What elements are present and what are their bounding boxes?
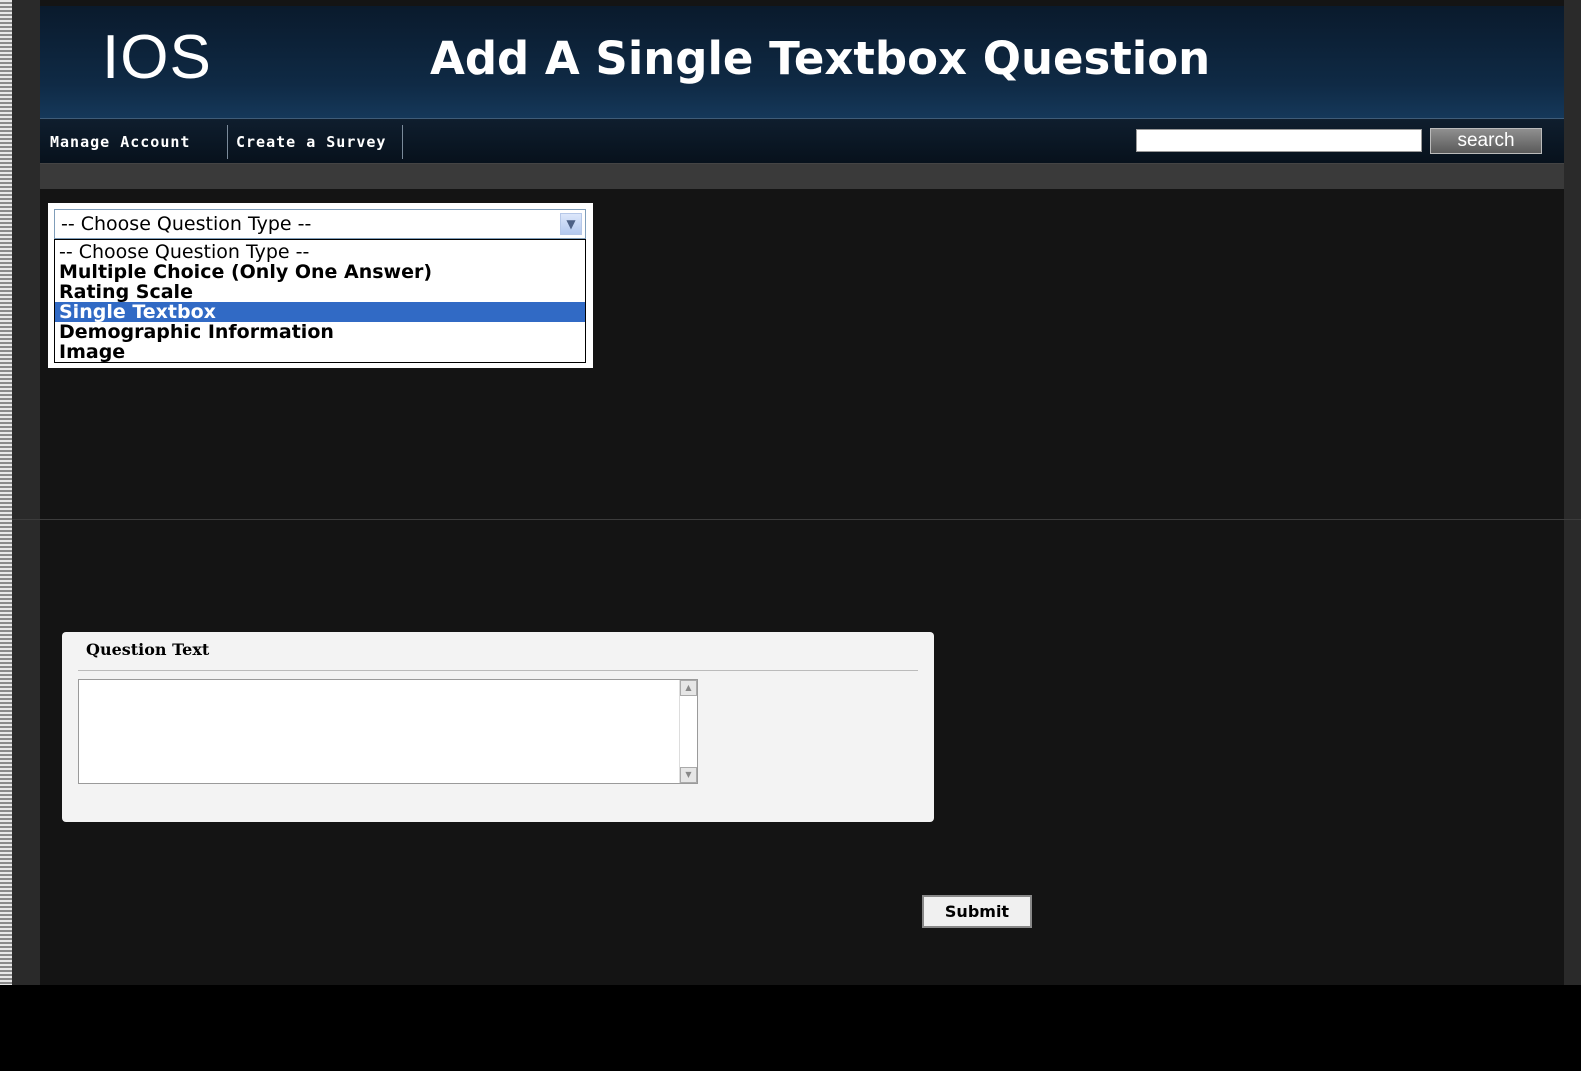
- site-logo[interactable]: IOS: [102, 22, 212, 93]
- scroll-up-icon[interactable]: ▲: [680, 680, 697, 696]
- option-rating-scale[interactable]: Rating Scale: [55, 282, 585, 302]
- textarea-scrollbar[interactable]: ▲ ▼: [679, 680, 697, 783]
- sub-navigation-bar: [40, 164, 1564, 189]
- question-text-label: Question Text: [86, 640, 210, 659]
- frame-left-border: [12, 0, 40, 985]
- question-text-panel: Question Text ▲ ▼: [62, 632, 934, 822]
- nav-manage-account[interactable]: Manage Account: [50, 127, 190, 157]
- site-header: IOS Add A Single Textbox Question: [40, 6, 1564, 119]
- nav-create-survey[interactable]: Create a Survey: [236, 127, 386, 157]
- nav-separator: [227, 125, 228, 159]
- content-divider: [12, 519, 1581, 520]
- option-multiple-choice[interactable]: Multiple Choice (Only One Answer): [55, 262, 585, 282]
- panel-divider: [78, 670, 918, 671]
- nav-bar: Manage Account Create a Survey search: [40, 119, 1564, 164]
- question-type-select[interactable]: -- Choose Question Type -- ▼: [54, 209, 586, 239]
- search-input[interactable]: [1136, 129, 1422, 152]
- option-demographic-information[interactable]: Demographic Information: [55, 322, 585, 342]
- page-title: Add A Single Textbox Question: [430, 32, 1211, 85]
- scroll-down-icon[interactable]: ▼: [680, 767, 697, 783]
- question-type-panel: -- Choose Question Type -- ▼ -- Choose Q…: [48, 203, 593, 368]
- window-left-edge: [0, 0, 12, 985]
- option-single-textbox[interactable]: Single Textbox: [55, 302, 585, 322]
- option-image[interactable]: Image: [55, 342, 585, 362]
- frame-right-border: [1564, 0, 1581, 985]
- option-choose-question-type[interactable]: -- Choose Question Type --: [55, 242, 585, 262]
- question-type-selected-value: -- Choose Question Type --: [61, 213, 312, 235]
- nav-separator: [402, 125, 403, 159]
- question-type-dropdown-list: -- Choose Question Type -- Multiple Choi…: [54, 239, 586, 363]
- search-button[interactable]: search: [1430, 128, 1542, 154]
- chevron-down-icon[interactable]: ▼: [560, 213, 582, 235]
- submit-button[interactable]: Submit: [922, 895, 1032, 928]
- question-text-input[interactable]: ▲ ▼: [78, 679, 698, 784]
